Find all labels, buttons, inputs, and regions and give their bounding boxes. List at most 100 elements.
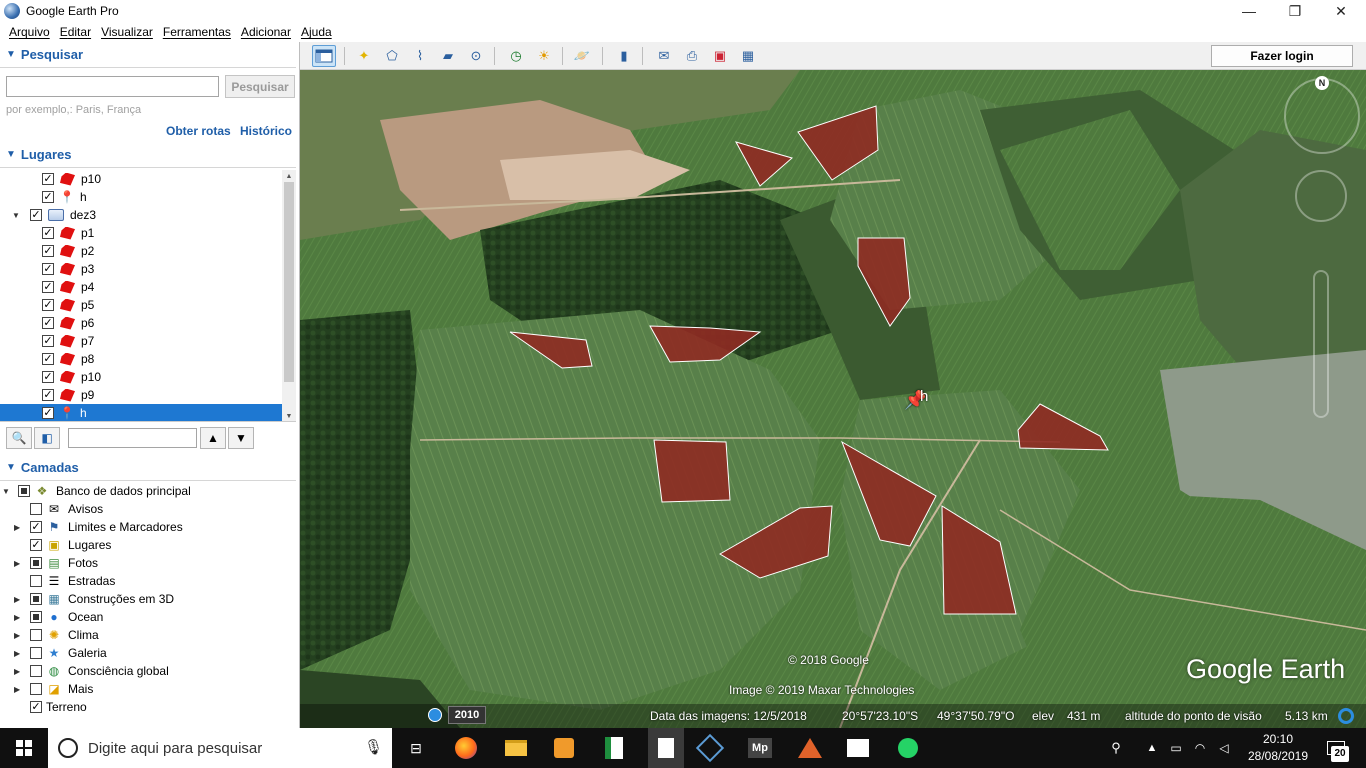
search-input[interactable] xyxy=(6,76,219,97)
tree-item-p1[interactable]: ✓ p1 xyxy=(0,224,282,242)
north-indicator[interactable]: N xyxy=(1315,76,1329,90)
ruler-icon[interactable]: ▮ xyxy=(612,45,636,67)
tree-item-p3[interactable]: ✓ p3 xyxy=(0,260,282,278)
layer-terreno[interactable]: ✓ Terreno xyxy=(0,698,296,716)
checkbox[interactable] xyxy=(30,503,42,515)
tree-item-p10[interactable]: ✓ p10 xyxy=(0,170,282,188)
document-icon[interactable] xyxy=(648,728,684,768)
add-path-icon[interactable]: ⌇ xyxy=(408,45,432,67)
search-places-icon[interactable]: 🔍 xyxy=(6,427,32,449)
checkbox[interactable]: ✓ xyxy=(42,371,54,383)
email-icon[interactable]: ✉ xyxy=(652,45,676,67)
tree-item-p5[interactable]: ✓ p5 xyxy=(0,296,282,314)
expand-triangle-icon[interactable]: ▶ xyxy=(14,667,24,676)
checkbox[interactable]: ✓ xyxy=(42,317,54,329)
add-image-overlay-icon[interactable]: ▰ xyxy=(436,45,460,67)
whatsapp-icon[interactable] xyxy=(894,734,922,762)
map-view[interactable]: 📌 h N © 2018 Google Image © 2019 Maxar T… xyxy=(300,70,1366,728)
move-up-icon[interactable]: ▲ xyxy=(200,427,226,449)
close-button[interactable]: ✕ xyxy=(1318,0,1364,22)
move-joystick[interactable] xyxy=(1295,170,1347,222)
checkbox[interactable]: ✓ xyxy=(30,539,42,551)
checkbox[interactable]: ✓ xyxy=(42,191,54,203)
layers-panel-header[interactable]: ▼ Camadas xyxy=(0,455,296,481)
add-placemark-icon[interactable]: ✦ xyxy=(352,45,376,67)
matlab-icon[interactable] xyxy=(796,734,824,762)
menu-editar[interactable]: Editar xyxy=(60,25,91,39)
menu-arquivo[interactable]: Arquivo xyxy=(9,25,50,39)
search-panel-header[interactable]: ▼ Pesquisar xyxy=(0,42,296,68)
scrollbar-thumb[interactable] xyxy=(284,182,294,382)
checkbox[interactable] xyxy=(30,629,42,641)
task-view-icon[interactable]: ⊟ xyxy=(402,734,430,762)
expand-triangle-icon[interactable]: ▶ xyxy=(14,559,24,568)
add-polygon-icon[interactable]: ⬠ xyxy=(380,45,404,67)
collapse-triangle-icon[interactable]: ▼ xyxy=(6,462,16,473)
tree-item-h-selected[interactable]: ✓ 📍 h xyxy=(0,404,282,421)
checkbox[interactable]: ✓ xyxy=(42,281,54,293)
expand-triangle-icon[interactable]: ▶ xyxy=(14,523,24,532)
sublime-icon[interactable] xyxy=(550,734,578,762)
historical-time-icon[interactable] xyxy=(428,708,442,722)
sidebar-toggle-icon[interactable] xyxy=(312,45,336,67)
planets-icon[interactable]: 🪐 xyxy=(570,45,594,67)
expand-triangle-icon[interactable]: ▼ xyxy=(2,487,12,496)
layer-lugares[interactable]: ✓ ▣ Lugares xyxy=(0,536,296,554)
places-filter-input[interactable] xyxy=(68,428,197,448)
microphone-icon[interactable]: 🎙 xyxy=(364,738,383,756)
layer-avisos[interactable]: ✉ Avisos xyxy=(0,500,296,518)
clock-time[interactable]: 20:10 xyxy=(1246,732,1310,746)
layer-mais[interactable]: ▶ ◪ Mais xyxy=(0,680,296,698)
view-in-maps-icon[interactable]: ▦ xyxy=(736,45,760,67)
checkbox[interactable] xyxy=(30,575,42,587)
tree-item-p8[interactable]: ✓ p8 xyxy=(0,350,282,368)
expand-triangle-icon[interactable]: ▶ xyxy=(14,631,24,640)
tree-folder-dez3[interactable]: ▼ ✓ dez3 xyxy=(0,206,282,224)
mp-icon[interactable]: Mp xyxy=(746,734,774,762)
layer-clima[interactable]: ▶ ✺ Clima xyxy=(0,626,296,644)
volume-icon[interactable]: ◁ xyxy=(1210,734,1238,762)
tree-item-p7[interactable]: ✓ p7 xyxy=(0,332,282,350)
checkbox[interactable] xyxy=(30,683,42,695)
checkbox[interactable]: ✓ xyxy=(42,407,54,419)
history-link[interactable]: Histórico xyxy=(240,124,292,138)
windows-start-icon[interactable] xyxy=(10,734,38,762)
places-panel-header[interactable]: ▼ Lugares xyxy=(0,142,296,168)
checkbox[interactable]: ✓ xyxy=(30,209,42,221)
sunlight-icon[interactable]: ☀ xyxy=(532,45,556,67)
layer-primary-database[interactable]: ▼ ❖ Banco de dados principal xyxy=(0,482,296,500)
layer-ocean[interactable]: ▶ ● Ocean xyxy=(0,608,296,626)
checkbox[interactable]: ✓ xyxy=(42,173,54,185)
login-button[interactable]: Fazer login xyxy=(1211,45,1353,67)
scroll-down-icon[interactable]: ▼ xyxy=(282,410,296,421)
photos-icon[interactable] xyxy=(844,734,872,762)
imagery-year-badge[interactable]: 2010 xyxy=(448,706,486,724)
expand-triangle-icon[interactable]: ▶ xyxy=(14,649,24,658)
expand-triangle-icon[interactable]: ▼ xyxy=(12,211,22,220)
layer-limites[interactable]: ▶ ✓ ⚑ Limites e Marcadores xyxy=(0,518,296,536)
clock-date[interactable]: 28/08/2019 xyxy=(1246,749,1310,763)
tree-item-p2[interactable]: ✓ p2 xyxy=(0,242,282,260)
checkbox[interactable]: ✓ xyxy=(30,521,42,533)
checkbox[interactable]: ✓ xyxy=(42,227,54,239)
search-button[interactable]: Pesquisar xyxy=(225,75,295,98)
layer-consciencia-global[interactable]: ▶ ◍ Consciência global xyxy=(0,662,296,680)
historical-imagery-icon[interactable]: ◷ xyxy=(504,45,528,67)
people-icon[interactable]: ⚲ xyxy=(1102,734,1130,762)
tree-item-p4[interactable]: ✓ p4 xyxy=(0,278,282,296)
expand-triangle-icon[interactable]: ▶ xyxy=(14,595,24,604)
print-icon[interactable]: ⎙ xyxy=(680,45,704,67)
collapse-triangle-icon[interactable]: ▼ xyxy=(6,49,16,60)
taskbar-search-box[interactable]: Digite aqui para pesquisar 🎙 xyxy=(48,728,392,768)
checkbox[interactable]: ✓ xyxy=(42,299,54,311)
file-explorer-icon[interactable] xyxy=(502,734,530,762)
record-tour-icon[interactable]: ⊙ xyxy=(464,45,488,67)
firefox-icon[interactable] xyxy=(452,734,480,762)
checkbox[interactable]: ✓ xyxy=(42,335,54,347)
get-directions-link[interactable]: Obter rotas xyxy=(166,124,231,138)
virtualbox-icon[interactable] xyxy=(695,733,725,763)
expand-triangle-icon[interactable]: ▶ xyxy=(14,613,24,622)
checkbox[interactable]: ✓ xyxy=(42,245,54,257)
layer-construcoes-3d[interactable]: ▶ ▦ Construções em 3D xyxy=(0,590,296,608)
checkbox[interactable]: ✓ xyxy=(42,353,54,365)
